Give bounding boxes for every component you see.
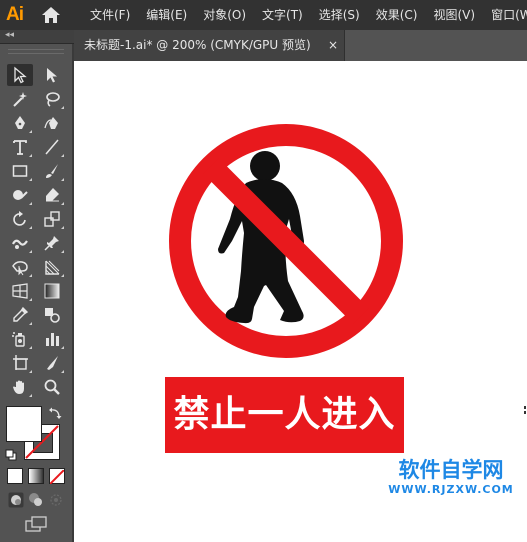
document-tab-bar: 未标题-1.ai* @ 200% (CMYK/GPU 预览) × bbox=[74, 30, 527, 61]
sign-banner[interactable]: 禁止一人进入 bbox=[165, 377, 404, 453]
zoom-tool[interactable] bbox=[39, 376, 65, 398]
menu-effect[interactable]: 效果(C) bbox=[368, 0, 426, 30]
rotate-tool[interactable] bbox=[7, 208, 33, 230]
free-transform-icon bbox=[12, 261, 28, 276]
menu-type[interactable]: 文字(T) bbox=[254, 0, 311, 30]
rectangle-tool[interactable] bbox=[7, 160, 33, 182]
eyedropper-tool[interactable] bbox=[7, 304, 33, 326]
collapse-icon[interactable]: ◂◂ bbox=[5, 29, 14, 42]
screen-mode-button[interactable] bbox=[25, 516, 49, 534]
artboard-tool[interactable] bbox=[7, 352, 33, 374]
close-icon[interactable]: × bbox=[328, 30, 338, 61]
line-icon bbox=[45, 139, 59, 155]
column-graph-tool[interactable] bbox=[39, 328, 65, 350]
white-arrow-icon bbox=[47, 68, 57, 83]
menu-view[interactable]: 视图(V) bbox=[425, 0, 483, 30]
none-mode-button[interactable] bbox=[49, 468, 65, 485]
warp-icon bbox=[12, 239, 28, 249]
type-tool[interactable] bbox=[7, 136, 33, 158]
prohibition-sign[interactable] bbox=[166, 121, 406, 361]
watermark-url: WWW.RJZXW.COM bbox=[388, 483, 514, 496]
perspective-grid-tool[interactable] bbox=[7, 280, 33, 302]
document-tab[interactable]: 未标题-1.ai* @ 200% (CMYK/GPU 预览) × bbox=[74, 30, 345, 61]
zoom-icon bbox=[44, 379, 60, 395]
menu-window[interactable]: 窗口(W) bbox=[483, 0, 527, 30]
scale-tool[interactable] bbox=[39, 208, 65, 230]
panel-grip[interactable] bbox=[8, 49, 64, 54]
symbol-sprayer-tool[interactable] bbox=[7, 328, 33, 350]
draw-normal-button[interactable] bbox=[8, 492, 24, 508]
hand-icon bbox=[13, 380, 24, 394]
hand-tool[interactable] bbox=[7, 376, 33, 398]
text-cursor-marks bbox=[524, 406, 526, 418]
blend-tool[interactable] bbox=[39, 304, 65, 326]
puppet-warp-tool[interactable] bbox=[39, 232, 65, 254]
app-logo: Ai bbox=[6, 4, 24, 25]
menu-select[interactable]: 选择(S) bbox=[311, 0, 368, 30]
pin-icon bbox=[44, 236, 59, 251]
draw-inside-button[interactable] bbox=[48, 492, 64, 508]
document-tab-title: 未标题-1.ai* @ 200% (CMYK/GPU 预览) bbox=[84, 38, 311, 52]
curvature-tool[interactable] bbox=[39, 112, 65, 134]
type-icon bbox=[13, 140, 27, 155]
blend-icon bbox=[45, 308, 60, 323]
pen-icon bbox=[15, 116, 25, 129]
gradient-icon bbox=[44, 283, 60, 299]
menu-items: 文件(F) 编辑(E) 对象(O) 文字(T) 选择(S) 效果(C) 视图(V… bbox=[82, 0, 527, 30]
brush-icon bbox=[46, 164, 58, 178]
menu-object[interactable]: 对象(O) bbox=[195, 0, 254, 30]
lasso-icon bbox=[46, 92, 60, 107]
watermark-title: 软件自学网 bbox=[398, 458, 504, 482]
gradient-mode-button[interactable] bbox=[28, 468, 44, 484]
direct-selection-tool[interactable] bbox=[39, 64, 65, 86]
shape-builder-icon bbox=[45, 260, 60, 275]
paintbrush-tool[interactable] bbox=[39, 160, 65, 182]
perspective-icon bbox=[12, 283, 28, 299]
bar-graph-icon bbox=[46, 333, 59, 346]
menu-bar: Ai 文件(F) 编辑(E) 对象(O) 文字(T) 选择(S) 效果(C) 视… bbox=[0, 0, 527, 30]
lasso-tool[interactable] bbox=[39, 88, 65, 110]
magic-wand-tool[interactable] bbox=[7, 88, 33, 110]
pen-tool[interactable] bbox=[7, 112, 33, 134]
artboard-canvas[interactable]: 禁止一人进入 软件自学网 WWW.RJZXW.COM bbox=[74, 61, 527, 542]
none-icon bbox=[49, 469, 65, 485]
free-transform-tool[interactable] bbox=[7, 256, 33, 278]
knife-icon bbox=[47, 356, 58, 370]
gradient-tool[interactable] bbox=[39, 280, 65, 302]
eraser-tool[interactable] bbox=[39, 184, 65, 206]
draw-behind-button[interactable] bbox=[28, 492, 44, 508]
scale-icon bbox=[44, 211, 60, 227]
color-mode-button[interactable] bbox=[7, 468, 23, 484]
shaper-icon bbox=[13, 190, 28, 200]
tools-panel bbox=[0, 44, 74, 542]
artboard-icon bbox=[13, 355, 28, 370]
slice-tool[interactable] bbox=[39, 352, 65, 374]
swap-fill-stroke-icon[interactable] bbox=[48, 405, 62, 419]
screen-mode-icon bbox=[25, 516, 47, 532]
default-colors-icon[interactable] bbox=[5, 446, 17, 461]
arrow-icon bbox=[14, 66, 27, 84]
rotate-icon bbox=[13, 211, 26, 226]
spray-icon bbox=[12, 332, 25, 347]
curvature-icon bbox=[44, 117, 58, 129]
home-icon[interactable] bbox=[40, 5, 62, 25]
magic-wand-icon bbox=[13, 92, 27, 107]
warp-tool[interactable] bbox=[7, 232, 33, 254]
fill-swatch[interactable] bbox=[6, 406, 42, 442]
line-tool[interactable] bbox=[39, 136, 65, 158]
eyedropper-icon bbox=[13, 306, 29, 322]
shape-builder-tool[interactable] bbox=[39, 256, 65, 278]
shaper-tool[interactable] bbox=[7, 184, 33, 206]
rectangle-icon bbox=[12, 165, 28, 177]
menu-edit[interactable]: 编辑(E) bbox=[138, 0, 195, 30]
menu-file[interactable]: 文件(F) bbox=[82, 0, 138, 30]
selection-tool[interactable] bbox=[7, 64, 33, 86]
watermark: 软件自学网 WWW.RJZXW.COM bbox=[376, 457, 526, 497]
toolbar-panel-header: ◂◂ bbox=[0, 30, 74, 44]
eraser-icon bbox=[46, 188, 59, 202]
